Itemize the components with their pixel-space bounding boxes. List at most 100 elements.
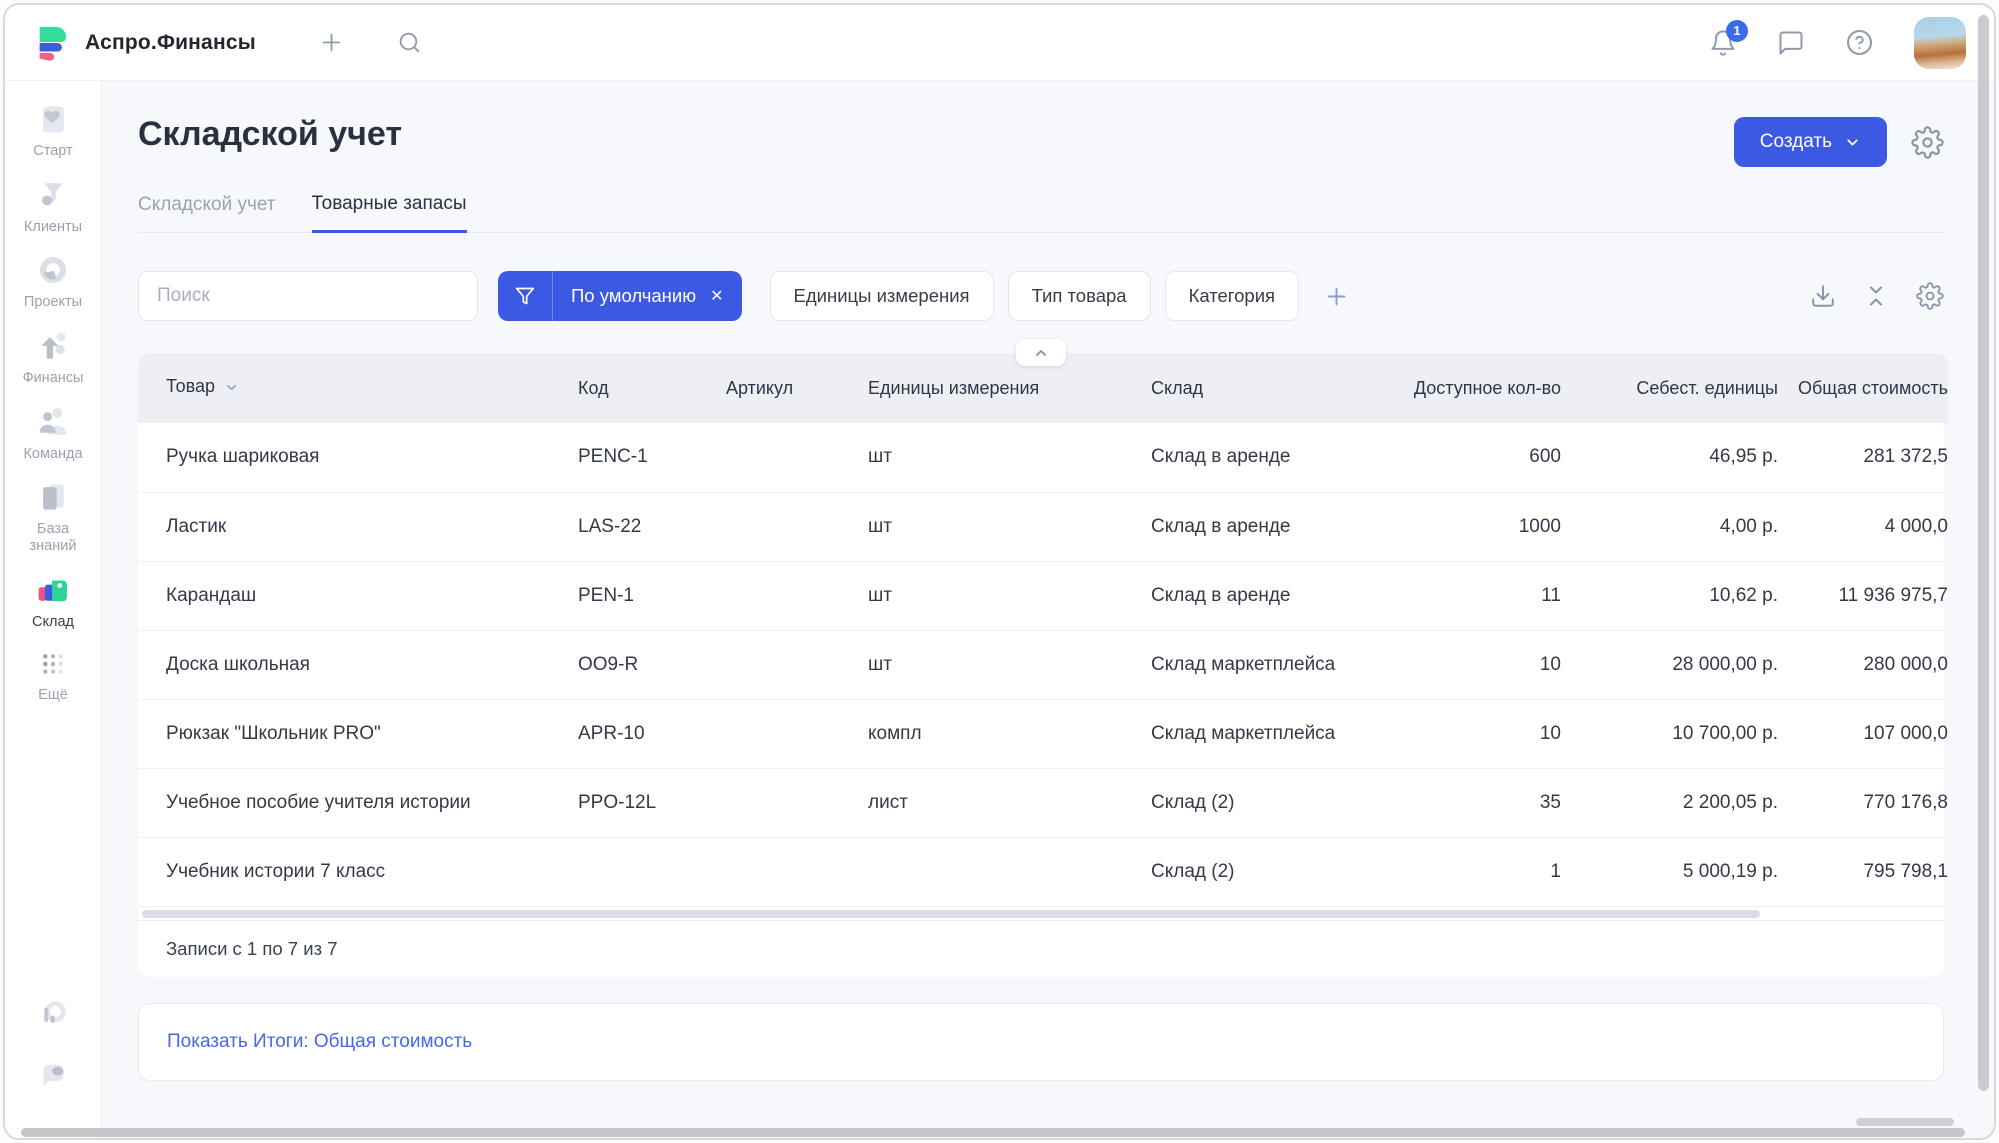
table-row[interactable]: КарандашPEN-1штСклад в аренде1110,62 р.1… bbox=[138, 561, 1948, 630]
more-grid-icon bbox=[36, 647, 70, 681]
collapse-rows-icon[interactable] bbox=[1864, 284, 1888, 308]
warehouse-icon bbox=[35, 572, 71, 608]
active-filter-chip[interactable]: По умолчанию ✕ bbox=[498, 271, 742, 321]
table-cell: 2 200,05 р. bbox=[1561, 768, 1778, 837]
column-header-units[interactable]: Единицы измерения bbox=[868, 353, 1151, 423]
table-row[interactable]: Ручка шариковаяPENC-1штСклад в аренде600… bbox=[138, 423, 1948, 492]
search-input[interactable] bbox=[138, 271, 478, 321]
table-cell: Склад в аренде bbox=[1151, 423, 1403, 492]
add-filter-icon[interactable] bbox=[1323, 283, 1350, 310]
main-content: Складской учет Создать Складской учет То… bbox=[102, 81, 1994, 1138]
table-cell: Карандаш bbox=[138, 561, 578, 630]
head-actions: Создать bbox=[1734, 117, 1944, 167]
table-row[interactable]: Рюкзак "Школьник PRO"APR-10комплСклад ма… bbox=[138, 699, 1948, 768]
column-header-warehouse[interactable]: Склад bbox=[1151, 353, 1403, 423]
table-cell: Склад в аренде bbox=[1151, 492, 1403, 561]
table-cell: лист bbox=[868, 768, 1151, 837]
feedback-chat-icon[interactable] bbox=[37, 1060, 69, 1092]
table-cell: 46,95 р. bbox=[1561, 423, 1778, 492]
notification-badge: 1 bbox=[1726, 20, 1748, 42]
column-header-code[interactable]: Код bbox=[578, 353, 726, 423]
sidebar-item-finance[interactable]: Финансы bbox=[5, 328, 101, 387]
table-cell: компл bbox=[868, 699, 1151, 768]
chat-icon[interactable] bbox=[1777, 29, 1805, 57]
table-cell bbox=[578, 837, 726, 906]
column-header-available-qty[interactable]: Доступное кол-во bbox=[1403, 353, 1561, 423]
window-horizontal-scrollbar[interactable] bbox=[21, 1128, 1965, 1137]
table-cell bbox=[726, 768, 868, 837]
table-hscroll-thumb[interactable] bbox=[142, 910, 1760, 918]
filter-product-type-button[interactable]: Тип товара bbox=[1008, 271, 1151, 321]
table-cell: Склад (2) bbox=[1151, 837, 1403, 906]
table-cell: PEN-1 bbox=[578, 561, 726, 630]
table-cell: Рюкзак "Школьник PRO" bbox=[138, 699, 578, 768]
table-cell: 795 798,1 bbox=[1778, 837, 1948, 906]
sidebar-item-knowledge-base[interactable]: База знаний bbox=[5, 479, 101, 554]
table-cell: 28 000,00 р. bbox=[1561, 630, 1778, 699]
table-row[interactable]: Учебное пособие учителя историиPPO-12Lли… bbox=[138, 768, 1948, 837]
table-cell bbox=[726, 699, 868, 768]
column-header-unit-cost[interactable]: Себест. единицы bbox=[1561, 353, 1778, 423]
table-toolbar bbox=[1810, 282, 1944, 310]
chevron-down-icon bbox=[1844, 134, 1861, 151]
page-settings-gear-icon[interactable] bbox=[1911, 126, 1944, 159]
table-cell: 10 bbox=[1403, 630, 1561, 699]
table-cell: 1000 bbox=[1403, 492, 1561, 561]
column-header-product[interactable]: Товар bbox=[138, 353, 578, 423]
table-cell bbox=[726, 492, 868, 561]
team-icon bbox=[35, 404, 71, 440]
inventory-table: Товар Код Артикул Единицы измерения Скла… bbox=[138, 353, 1948, 907]
table-cell: шт bbox=[868, 423, 1151, 492]
table-cell: 10 bbox=[1403, 699, 1561, 768]
table-cell: шт bbox=[868, 630, 1151, 699]
column-header-total-cost[interactable]: Общая стоимость bbox=[1778, 353, 1948, 423]
vertical-scrollbar-thumb[interactable] bbox=[1978, 15, 1989, 1091]
collapse-table-pill[interactable] bbox=[1016, 339, 1066, 366]
table-cell bbox=[726, 423, 868, 492]
tab-warehouse-accounting[interactable]: Складской учет bbox=[138, 193, 276, 232]
table-cell: LAS-22 bbox=[578, 492, 726, 561]
sidebar-item-team[interactable]: Команда bbox=[5, 404, 101, 463]
create-button[interactable]: Создать bbox=[1734, 117, 1887, 167]
table-row[interactable]: Учебник истории 7 классСклад (2)15 000,1… bbox=[138, 837, 1948, 906]
table-cell: 770 176,8 bbox=[1778, 768, 1948, 837]
sidebar-item-more[interactable]: Ещё bbox=[5, 647, 101, 704]
user-avatar[interactable] bbox=[1914, 17, 1966, 69]
table-cell bbox=[868, 837, 1151, 906]
remove-filter-icon[interactable]: ✕ bbox=[710, 286, 741, 306]
quick-add-button[interactable] bbox=[318, 29, 345, 56]
table-cell: 11 936 975,7 bbox=[1778, 561, 1948, 630]
partner-program-icon[interactable] bbox=[37, 998, 69, 1030]
aspro-logo-icon bbox=[33, 24, 71, 62]
table-cell: 4,00 р. bbox=[1561, 492, 1778, 561]
show-totals-link[interactable]: Показать Итоги: Общая стоимость bbox=[167, 1031, 472, 1053]
table-cell: Склад маркетплейса bbox=[1151, 699, 1403, 768]
table-cell: шт bbox=[868, 492, 1151, 561]
global-search-button[interactable] bbox=[397, 30, 422, 55]
chevron-up-icon bbox=[1033, 345, 1049, 361]
sidebar-item-clients[interactable]: Клиенты bbox=[5, 177, 101, 236]
sidebar-item-projects[interactable]: Проекты bbox=[5, 252, 101, 311]
page-head: Складской учет Создать bbox=[138, 115, 1944, 167]
sidebar-item-warehouse[interactable]: Склад bbox=[5, 572, 101, 631]
sidebar: Старт Клиенты Проекты Финансы Команда Ба… bbox=[5, 81, 102, 1138]
content-horizontal-scrollbar-thumb[interactable] bbox=[1856, 1118, 1954, 1126]
table-row[interactable]: Доска школьнаяOO9-RштСклад маркетплейса1… bbox=[138, 630, 1948, 699]
app-name: Аспро.Финансы bbox=[85, 31, 256, 55]
table-settings-gear-icon[interactable] bbox=[1916, 282, 1944, 310]
filter-category-button[interactable]: Категория bbox=[1165, 271, 1299, 321]
table-row[interactable]: ЛастикLAS-22штСклад в аренде10004,00 р.4… bbox=[138, 492, 1948, 561]
page-title: Складской учет bbox=[138, 115, 402, 154]
table-cell: 4 000,0 bbox=[1778, 492, 1948, 561]
table-cell: OO9-R bbox=[578, 630, 726, 699]
filter-units-button[interactable]: Единицы измерения bbox=[770, 271, 994, 321]
notifications-bell-icon[interactable]: 1 bbox=[1709, 29, 1737, 57]
sidebar-item-start[interactable]: Старт bbox=[5, 101, 101, 160]
table-cell: Склад в аренде bbox=[1151, 561, 1403, 630]
table-cell: Ручка шариковая bbox=[138, 423, 578, 492]
help-icon[interactable] bbox=[1845, 28, 1874, 57]
table-cell: Учебное пособие учителя истории bbox=[138, 768, 578, 837]
export-download-icon[interactable] bbox=[1810, 283, 1836, 309]
tab-inventory[interactable]: Товарные запасы bbox=[312, 193, 467, 233]
column-header-sku[interactable]: Артикул bbox=[726, 353, 868, 423]
